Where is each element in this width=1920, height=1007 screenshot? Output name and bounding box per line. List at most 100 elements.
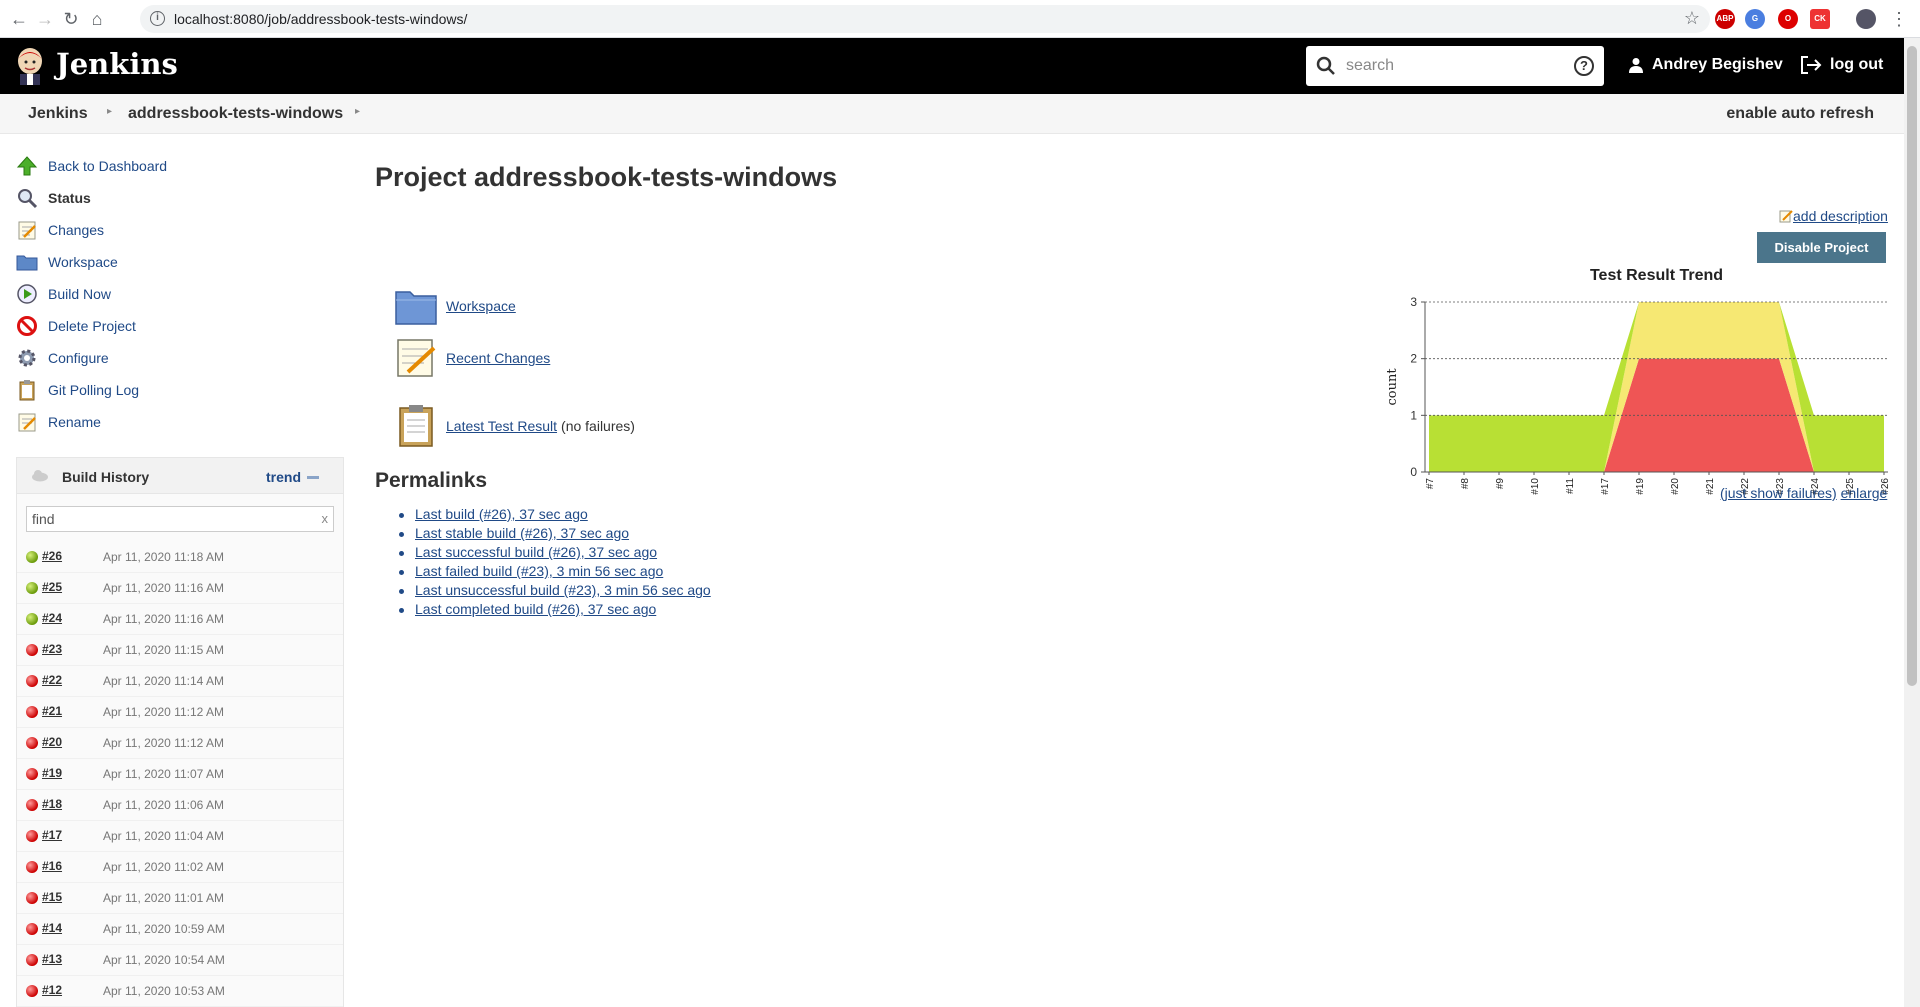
menu-kebab-icon[interactable]: ⋮ <box>1888 8 1910 30</box>
build-row[interactable]: #25 Apr 11, 2020 11:16 AM <box>17 573 343 604</box>
build-row[interactable]: #16 Apr 11, 2020 11:02 AM <box>17 852 343 883</box>
trend-link[interactable]: trend <box>266 469 301 485</box>
permalink-item: Last unsuccessful build (#23), 3 min 56 … <box>397 582 711 601</box>
build-row[interactable]: #14 Apr 11, 2020 10:59 AM <box>17 914 343 945</box>
info-icon[interactable]: i <box>150 11 165 26</box>
build-number-link[interactable]: #24 <box>42 611 62 625</box>
build-number-link[interactable]: #20 <box>42 735 62 749</box>
task-status[interactable]: Status <box>16 182 346 214</box>
address-bar[interactable]: i localhost:8080/job/addressbook-tests-w… <box>140 5 1710 33</box>
logout-link[interactable]: log out <box>1800 56 1883 74</box>
forward-arrow-icon[interactable]: → <box>34 8 56 30</box>
build-date: Apr 11, 2020 11:16 AM <box>103 612 224 626</box>
user-link[interactable]: Andrey Begishev <box>1628 56 1783 74</box>
build-number-link[interactable]: #23 <box>42 642 62 656</box>
build-date: Apr 11, 2020 11:18 AM <box>103 550 224 564</box>
y-tick-label: 3 <box>1410 295 1417 309</box>
bookmark-star-icon[interactable]: ☆ <box>1684 8 1700 29</box>
adblock-icon[interactable]: ABP <box>1715 9 1735 29</box>
build-row[interactable]: #13 Apr 11, 2020 10:54 AM <box>17 945 343 976</box>
build-number-link[interactable]: #25 <box>42 580 62 594</box>
permalink-link[interactable]: Last stable build (#26), 37 sec ago <box>415 525 629 541</box>
task-rename[interactable]: Rename <box>16 406 346 438</box>
build-history-title: Build History <box>62 469 150 485</box>
build-row[interactable]: #19 Apr 11, 2020 11:07 AM <box>17 759 343 790</box>
just-show-failures-link[interactable]: (just show failures) <box>1720 485 1837 501</box>
build-row[interactable]: #26 Apr 11, 2020 11:18 AM <box>17 542 343 573</box>
notepad-icon <box>18 221 36 240</box>
build-row[interactable]: #20 Apr 11, 2020 11:12 AM <box>17 728 343 759</box>
build-status-red-icon <box>26 706 38 718</box>
notepad-icon[interactable] <box>394 336 438 380</box>
permalink-link[interactable]: Last successful build (#26), 37 sec ago <box>415 544 657 560</box>
profile-avatar-icon[interactable] <box>1856 9 1876 29</box>
task-changes[interactable]: Changes <box>16 214 346 246</box>
home-icon[interactable]: ⌂ <box>86 8 108 30</box>
reload-icon[interactable]: ↻ <box>60 8 82 30</box>
task-build-now[interactable]: Build Now <box>16 278 346 310</box>
back-arrow-icon[interactable]: ← <box>8 8 30 30</box>
build-row[interactable]: #21 Apr 11, 2020 11:12 AM <box>17 697 343 728</box>
build-row[interactable]: #24 Apr 11, 2020 11:16 AM <box>17 604 343 635</box>
build-number-link[interactable]: #13 <box>42 952 62 966</box>
build-status-red-icon <box>26 799 38 811</box>
folder-icon[interactable] <box>394 284 438 328</box>
user-name[interactable]: Andrey Begishev <box>1652 56 1783 74</box>
build-number-link[interactable]: #26 <box>42 549 62 563</box>
breadcrumb: Jenkins ▸ addressbook-tests-windows ▸ en… <box>0 94 1904 134</box>
disable-project-button[interactable]: Disable Project <box>1757 232 1886 263</box>
breadcrumb-separator-icon[interactable]: ▸ <box>355 106 360 117</box>
task-workspace[interactable]: Workspace <box>16 246 346 278</box>
build-number-link[interactable]: #18 <box>42 797 62 811</box>
build-number-link[interactable]: #21 <box>42 704 62 718</box>
clipboard-icon[interactable] <box>394 404 438 448</box>
clear-icon[interactable]: x <box>322 511 329 526</box>
recent-changes-link[interactable]: Recent Changes <box>446 350 550 366</box>
logout-label[interactable]: log out <box>1830 56 1883 74</box>
build-number-link[interactable]: #12 <box>42 983 62 997</box>
latest-test-result-link[interactable]: Latest Test Result <box>446 418 557 434</box>
build-number-link[interactable]: #19 <box>42 766 62 780</box>
build-row[interactable]: #17 Apr 11, 2020 11:04 AM <box>17 821 343 852</box>
collapse-icon[interactable] <box>307 476 319 479</box>
task-delete-project[interactable]: Delete Project <box>16 310 346 342</box>
find-input[interactable] <box>32 511 312 527</box>
task-configure[interactable]: Configure <box>16 342 346 374</box>
build-number-link[interactable]: #16 <box>42 859 62 873</box>
build-row[interactable]: #18 Apr 11, 2020 11:06 AM <box>17 790 343 821</box>
breadcrumb-job[interactable]: addressbook-tests-windows <box>128 105 343 123</box>
breadcrumb-separator-icon[interactable]: ▸ <box>107 106 112 117</box>
search-input[interactable] <box>1346 56 1556 76</box>
app-title[interactable]: Jenkins <box>56 47 178 81</box>
translate-icon[interactable]: G <box>1745 9 1765 29</box>
enlarge-link[interactable]: enlarge <box>1841 485 1888 501</box>
jenkins-logo-icon[interactable] <box>14 45 46 85</box>
permalink-link[interactable]: Last build (#26), 37 sec ago <box>415 506 588 522</box>
permalink-link[interactable]: Last unsuccessful build (#23), 3 min 56 … <box>415 582 711 598</box>
build-row[interactable]: #23 Apr 11, 2020 11:15 AM <box>17 635 343 666</box>
enable-auto-refresh-link[interactable]: enable auto refresh <box>1726 105 1874 123</box>
url-text[interactable]: localhost:8080/job/addressbook-tests-win… <box>174 11 467 27</box>
permalink-link[interactable]: Last failed build (#23), 3 min 56 sec ag… <box>415 563 663 579</box>
build-row[interactable]: #22 Apr 11, 2020 11:14 AM <box>17 666 343 697</box>
build-number-link[interactable]: #22 <box>42 673 62 687</box>
build-date: Apr 11, 2020 11:16 AM <box>103 581 224 595</box>
build-number-link[interactable]: #15 <box>42 890 62 904</box>
scrollbar-thumb[interactable] <box>1907 46 1917 686</box>
breadcrumb-jenkins[interactable]: Jenkins <box>28 105 88 123</box>
build-row[interactable]: #15 Apr 11, 2020 11:01 AM <box>17 883 343 914</box>
scrollbar[interactable] <box>1904 38 1920 1007</box>
permalink-link[interactable]: Last completed build (#26), 37 sec ago <box>415 601 656 617</box>
build-number-link[interactable]: #14 <box>42 921 62 935</box>
build-row[interactable]: #12 Apr 11, 2020 10:53 AM <box>17 976 343 1007</box>
workspace-link[interactable]: Workspace <box>446 298 516 314</box>
task-back-to-dashboard[interactable]: Back to Dashboard <box>16 150 346 182</box>
extension-icon[interactable]: CK <box>1810 9 1830 29</box>
opera-icon[interactable]: O <box>1778 9 1798 29</box>
build-status-red-icon <box>26 985 38 997</box>
help-icon[interactable]: ? <box>1574 56 1594 76</box>
add-description-link[interactable]: add description <box>1779 208 1888 224</box>
build-date: Apr 11, 2020 11:07 AM <box>103 767 224 781</box>
task-git-polling-log[interactable]: Git Polling Log <box>16 374 346 406</box>
build-number-link[interactable]: #17 <box>42 828 62 842</box>
